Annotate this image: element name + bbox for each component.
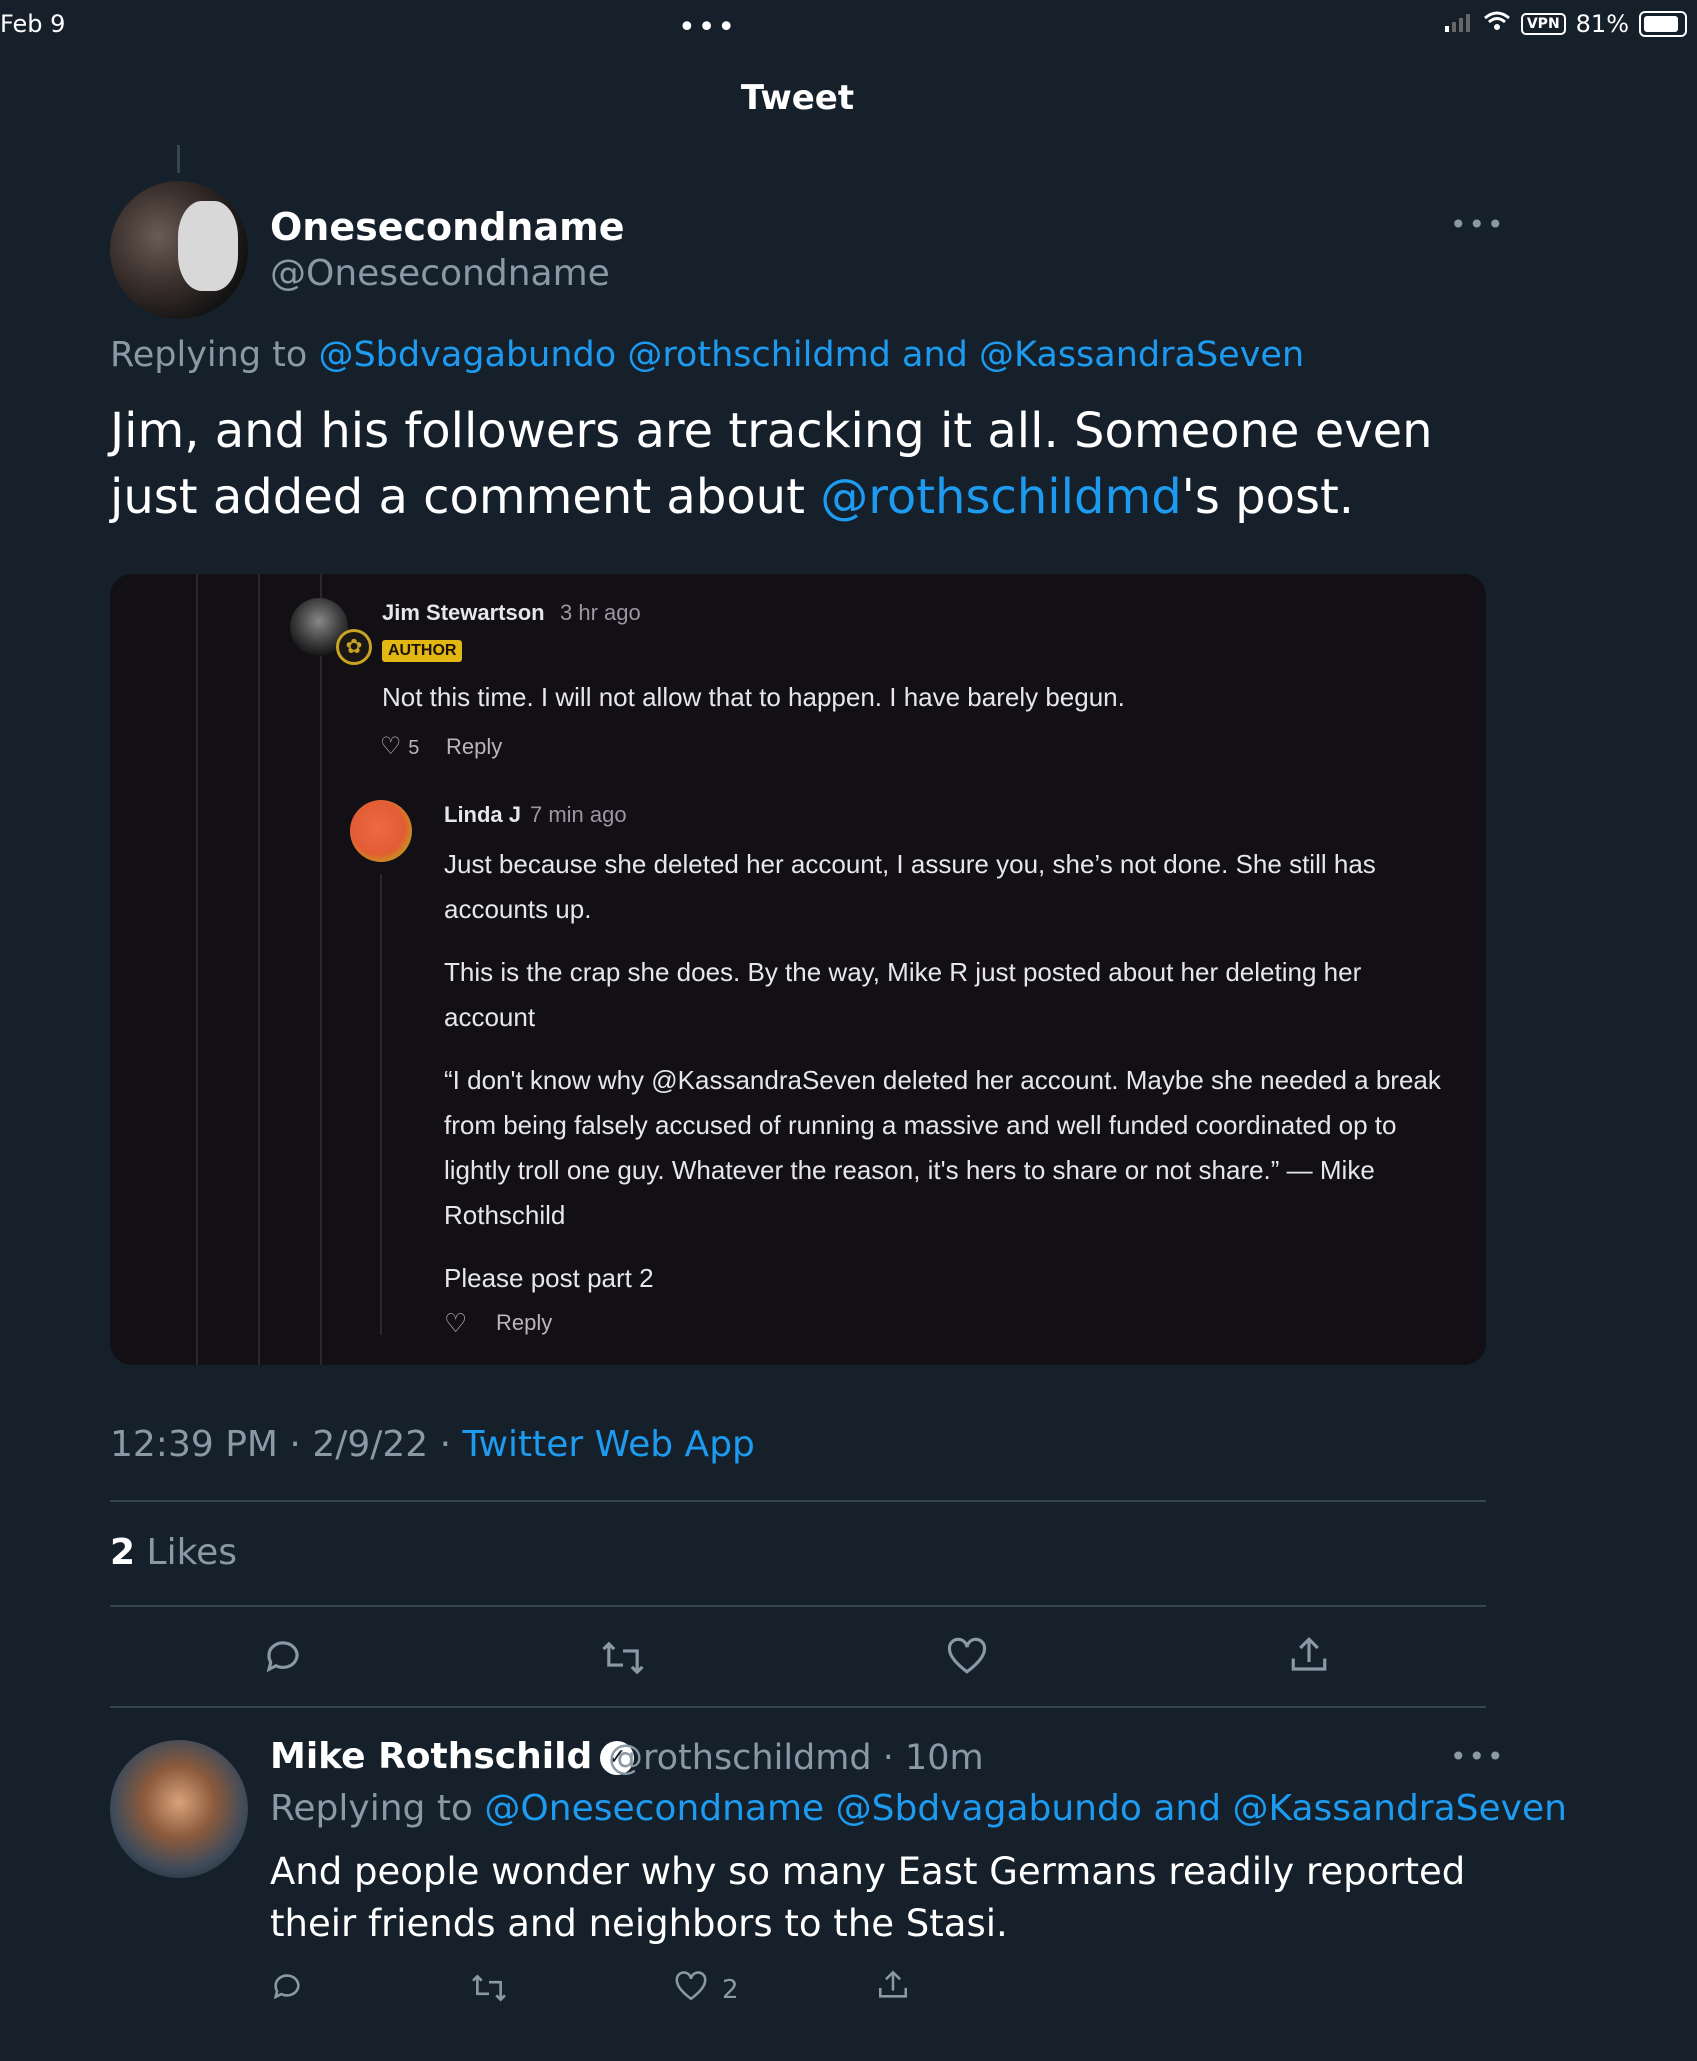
tweet-source[interactable]: Twitter Web App	[463, 1424, 755, 1465]
mention-link[interactable]: @Onesecondname	[484, 1788, 824, 1829]
author-handle[interactable]: @Onesecondname	[270, 253, 610, 294]
replying-and[interactable]: and	[902, 335, 968, 375]
signal-icon	[1444, 10, 1473, 38]
retweet-icon[interactable]	[600, 1638, 646, 1688]
comment-like: ♡ 5	[380, 732, 419, 761]
like-count: 2	[722, 1975, 739, 2005]
divider	[110, 1500, 1486, 1502]
comment-reply: Reply	[496, 1310, 553, 1335]
reply-author-name-text: Mike Rothschild	[270, 1736, 593, 1777]
thread-line	[380, 874, 382, 1335]
likes-count[interactable]: 2 Likes	[110, 1532, 237, 1573]
more-icon[interactable]: •••	[1450, 1740, 1506, 1773]
comment-body: Just because she deleted her account, I …	[444, 842, 1444, 1319]
author-badge: AUTHOR	[382, 640, 463, 662]
replying-and[interactable]: and	[1153, 1788, 1221, 1829]
replying-label: Replying to	[270, 1788, 473, 1829]
replying-label: Replying to	[110, 335, 308, 375]
thread-line	[258, 574, 260, 1365]
comment-paragraph: Please post part 2	[444, 1263, 654, 1293]
comment-paragraph: This is the crap she does. By the way, M…	[444, 957, 1362, 1032]
tweet-date[interactable]: 2/9/22	[312, 1424, 428, 1465]
mention-link[interactable]: @rothschildmd	[627, 335, 891, 375]
mention-link[interactable]: @KassandraSeven	[979, 335, 1304, 375]
reply-author-meta: @rothschildmd · 10m	[608, 1738, 984, 1778]
wifi-icon	[1483, 10, 1511, 38]
more-icon[interactable]: •••	[1450, 208, 1506, 241]
reply-text: And people wonder why so many East Germa…	[270, 1850, 1466, 1945]
comment-paragraph: Just because she deleted her account, I …	[444, 849, 1376, 924]
battery-icon	[1639, 11, 1687, 37]
divider	[110, 1605, 1486, 1607]
comment-author: Linda J	[444, 802, 522, 827]
reply-author-name[interactable]: Mike Rothschild ✓	[270, 1736, 635, 1777]
battery-percent: 81%	[1575, 10, 1629, 38]
share-icon[interactable]	[1288, 1634, 1330, 1686]
tweet-text-part: 's post.	[1181, 469, 1355, 525]
likes-number: 2	[110, 1532, 136, 1573]
thread-line	[320, 574, 322, 1365]
thread-connector	[177, 145, 180, 173]
heart-icon: ♡	[380, 733, 402, 760]
retweet-icon[interactable]	[470, 1972, 508, 2012]
tweet-text: Jim, and his followers are tracking it a…	[110, 398, 1490, 530]
mention-link[interactable]: @Sbdvagabundo	[318, 335, 616, 375]
like-icon[interactable]	[946, 1636, 988, 1686]
reply-age[interactable]: 10m	[905, 1738, 984, 1778]
status-date: Feb 9	[0, 10, 66, 38]
comment-time: 3 hr ago	[560, 600, 641, 625]
reply-icon[interactable]	[270, 1970, 304, 2012]
comment-reply: Reply	[446, 734, 503, 759]
divider	[110, 1706, 1486, 1708]
commenter-avatar	[350, 800, 412, 862]
tweet-timestamp: 12:39 PM · 2/9/22 · Twitter Web App	[110, 1424, 755, 1465]
author-name[interactable]: Onesecondname	[270, 205, 624, 249]
comment-like-count: 5	[408, 737, 420, 759]
thread-line	[196, 574, 198, 1365]
multitask-dots[interactable]: •••	[678, 10, 737, 45]
status-indicators: VPN 81%	[1444, 10, 1687, 38]
mention-link[interactable]: @KassandraSeven	[1233, 1788, 1567, 1829]
comment-paragraph: “I don't know why @KassandraSeven delete…	[444, 1065, 1441, 1230]
mention-link[interactable]: @Sbdvagabundo	[836, 1788, 1142, 1829]
tweet-time[interactable]: 12:39 PM	[110, 1424, 278, 1465]
attached-image[interactable]: ✿ Jim Stewartson 3 hr ago AUTHOR Not thi…	[110, 574, 1486, 1365]
comment-author: Jim Stewartson	[382, 600, 545, 625]
heart-icon: ♡	[444, 1308, 468, 1338]
page-title: Tweet	[740, 78, 855, 118]
replying-to: Replying to @Sbdvagabundo @rothschildmd …	[110, 335, 1304, 375]
like-button[interactable]: 2	[674, 1970, 739, 2010]
likes-label: Likes	[146, 1532, 238, 1573]
replying-to: Replying to @Onesecondname @Sbdvagabundo…	[270, 1788, 1567, 1829]
badge-icon: ✿	[336, 629, 372, 665]
avatar[interactable]	[110, 181, 248, 319]
like-icon	[674, 1970, 708, 2010]
mention-link[interactable]: @rothschildmd	[820, 469, 1181, 525]
reply-author-handle[interactable]: @rothschildmd	[608, 1738, 872, 1778]
comment-text: Not this time. I will not allow that to …	[382, 682, 1125, 712]
avatar[interactable]	[110, 1740, 248, 1878]
comment-time: 7 min ago	[530, 802, 627, 827]
reply-icon[interactable]	[262, 1636, 304, 1688]
vpn-badge: VPN	[1520, 13, 1566, 35]
share-icon[interactable]	[876, 1968, 910, 2010]
